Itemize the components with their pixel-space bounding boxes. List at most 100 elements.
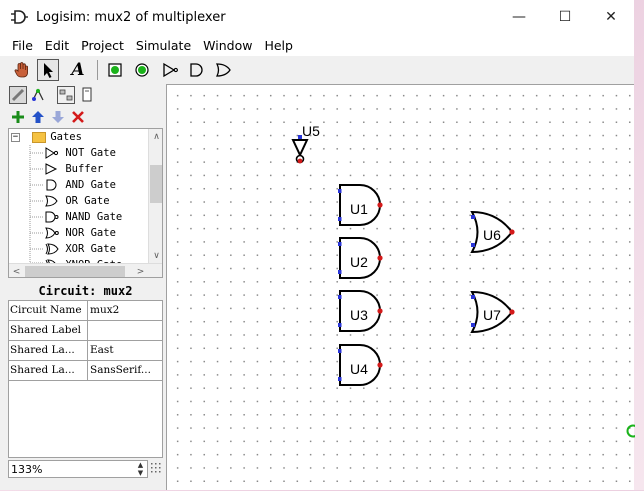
and-gate-icon	[46, 179, 57, 191]
simulation-tree-icon	[32, 88, 44, 101]
attr-key: Circuit Name	[9, 301, 88, 320]
or-gate-icon	[45, 195, 58, 207]
appearance-icon	[82, 87, 92, 102]
poke-tool-button[interactable]	[11, 59, 33, 81]
window-title: Logisim: mux2 of multiplexer	[36, 10, 226, 25]
tree-vertical-scrollbar[interactable]: ∧ ∨	[148, 129, 162, 263]
remove-circuit-button[interactable]	[69, 108, 87, 126]
input-pin-icon	[108, 63, 122, 77]
logisim-window: Logisim: mux2 of multiplexer — ☐ ✕ File …	[0, 0, 636, 490]
toolbar: A	[0, 56, 634, 84]
tree-item-and-gate[interactable]: AND Gate	[45, 177, 116, 193]
and-gate-u1[interactable]: U1	[338, 184, 383, 226]
select-tool-button[interactable]	[37, 59, 59, 81]
menu-file[interactable]: File	[6, 38, 39, 53]
scroll-right-icon[interactable]: >	[133, 264, 148, 277]
and-gate-u4[interactable]: U4	[338, 344, 383, 386]
not-gate-u5[interactable]: U5	[291, 123, 320, 164]
spin-down-icon[interactable]: ▼	[134, 469, 147, 477]
zoom-field[interactable]: 133%	[8, 460, 148, 478]
tree-item-label: XOR Gate	[65, 243, 116, 255]
text-tool-button[interactable]: A	[67, 59, 89, 81]
menu-simulate[interactable]: Simulate	[130, 38, 197, 53]
output-pin-partial[interactable]	[626, 424, 636, 438]
menu-help[interactable]: Help	[258, 38, 299, 53]
output-pin-tool-button[interactable]	[131, 59, 153, 81]
move-down-button[interactable]	[49, 108, 67, 126]
attr-row-shared-label[interactable]: Shared Label	[9, 321, 163, 341]
attr-key: Shared La...	[9, 361, 88, 380]
and-gate-u2[interactable]: U2	[338, 237, 383, 279]
not-gate-icon	[163, 62, 178, 78]
attr-value[interactable]: SansSerif...	[89, 361, 163, 380]
scroll-thumb[interactable]	[150, 165, 162, 203]
add-circuit-button[interactable]	[9, 108, 27, 126]
folder-icon	[32, 131, 47, 143]
scroll-left-icon[interactable]: <	[9, 264, 24, 277]
or-gate-icon	[215, 63, 231, 77]
attr-row-circuit-name[interactable]: Circuit Name mux2	[9, 301, 163, 321]
tree-item-or-gate[interactable]: OR Gate	[45, 193, 110, 209]
toolbox-view-button[interactable]	[9, 86, 27, 104]
attr-value[interactable]: mux2	[89, 301, 163, 320]
or-gate-tool-button[interactable]	[212, 59, 234, 81]
maximize-button[interactable]: ☐	[542, 0, 588, 34]
component-label: U5	[302, 123, 320, 139]
move-up-button[interactable]	[29, 108, 47, 126]
xor-gate-icon	[45, 243, 59, 255]
attr-key: Shared Label	[9, 321, 88, 340]
circuit-canvas[interactable]: U5 U1 U2 U3 U4 U6 U7	[166, 84, 636, 490]
attr-value[interactable]: East	[89, 341, 163, 360]
layout-view-button[interactable]	[57, 86, 75, 104]
tree-item-xor-gate[interactable]: XOR Gate	[45, 241, 116, 257]
component-label: U7	[483, 307, 501, 323]
hand-icon	[14, 62, 28, 78]
menu-edit[interactable]: Edit	[39, 38, 75, 53]
tree-item-buffer[interactable]: Buffer	[45, 161, 103, 177]
menu-window[interactable]: Window	[197, 38, 258, 53]
collapse-toggle-icon[interactable]: −	[11, 132, 20, 142]
tree-horizontal-scrollbar[interactable]: < >	[9, 263, 162, 277]
menu-project[interactable]: Project	[75, 38, 130, 53]
close-button[interactable]: ✕	[588, 0, 634, 34]
attr-key: Shared La...	[9, 341, 88, 360]
or-gate-u7[interactable]: U7	[470, 290, 515, 334]
tree-item-nand-gate[interactable]: NAND Gate	[45, 209, 122, 225]
component-label: U2	[350, 254, 368, 270]
scroll-down-icon[interactable]: ∨	[149, 248, 162, 263]
grid-toggle-icon[interactable]	[150, 462, 163, 476]
tree-item-nor-gate[interactable]: NOR Gate	[45, 225, 116, 241]
appearance-view-button[interactable]	[78, 86, 96, 104]
input-pin-tool-button[interactable]	[104, 59, 126, 81]
scroll-thumb[interactable]	[25, 266, 125, 277]
simulation-tree-button[interactable]	[29, 86, 47, 104]
component-label: U4	[350, 361, 368, 377]
and-gate-tool-button[interactable]	[185, 59, 207, 81]
arrow-pointer-icon	[44, 63, 53, 78]
component-label: U6	[483, 227, 501, 243]
tree-item-label: NAND Gate	[65, 211, 123, 223]
title-bar: Logisim: mux2 of multiplexer — ☐ ✕	[0, 0, 634, 34]
plus-icon	[12, 111, 24, 123]
or-gate-u6[interactable]: U6	[470, 210, 515, 254]
layout-icon	[59, 89, 73, 101]
arrow-up-icon	[32, 111, 44, 123]
zoom-spinner[interactable]: ▲ ▼	[134, 461, 147, 478]
tree-item-label: OR Gate	[65, 195, 110, 207]
logisim-app-icon	[11, 10, 28, 24]
attr-value[interactable]	[89, 321, 163, 340]
output-pin-icon	[135, 63, 149, 77]
nand-gate-icon	[45, 211, 59, 223]
tree-item-not-gate[interactable]: NOT Gate	[45, 145, 116, 161]
and-gate-u3[interactable]: U3	[338, 290, 383, 332]
tree-folder-gates[interactable]: − Gates	[11, 129, 82, 145]
toolbox-icon	[11, 88, 25, 102]
attr-row-shared-label-font[interactable]: Shared La... SansSerif...	[9, 361, 163, 381]
not-gate-tool-button[interactable]	[159, 59, 181, 81]
scroll-up-icon[interactable]: ∧	[149, 129, 162, 144]
spin-up-icon[interactable]: ▲	[134, 461, 147, 469]
attribute-table: Circuit Name mux2 Shared Label Shared La…	[8, 300, 163, 458]
minimize-button[interactable]: —	[496, 0, 542, 34]
attr-row-shared-label-facing[interactable]: Shared La... East	[9, 341, 163, 361]
nor-gate-icon	[45, 227, 59, 239]
